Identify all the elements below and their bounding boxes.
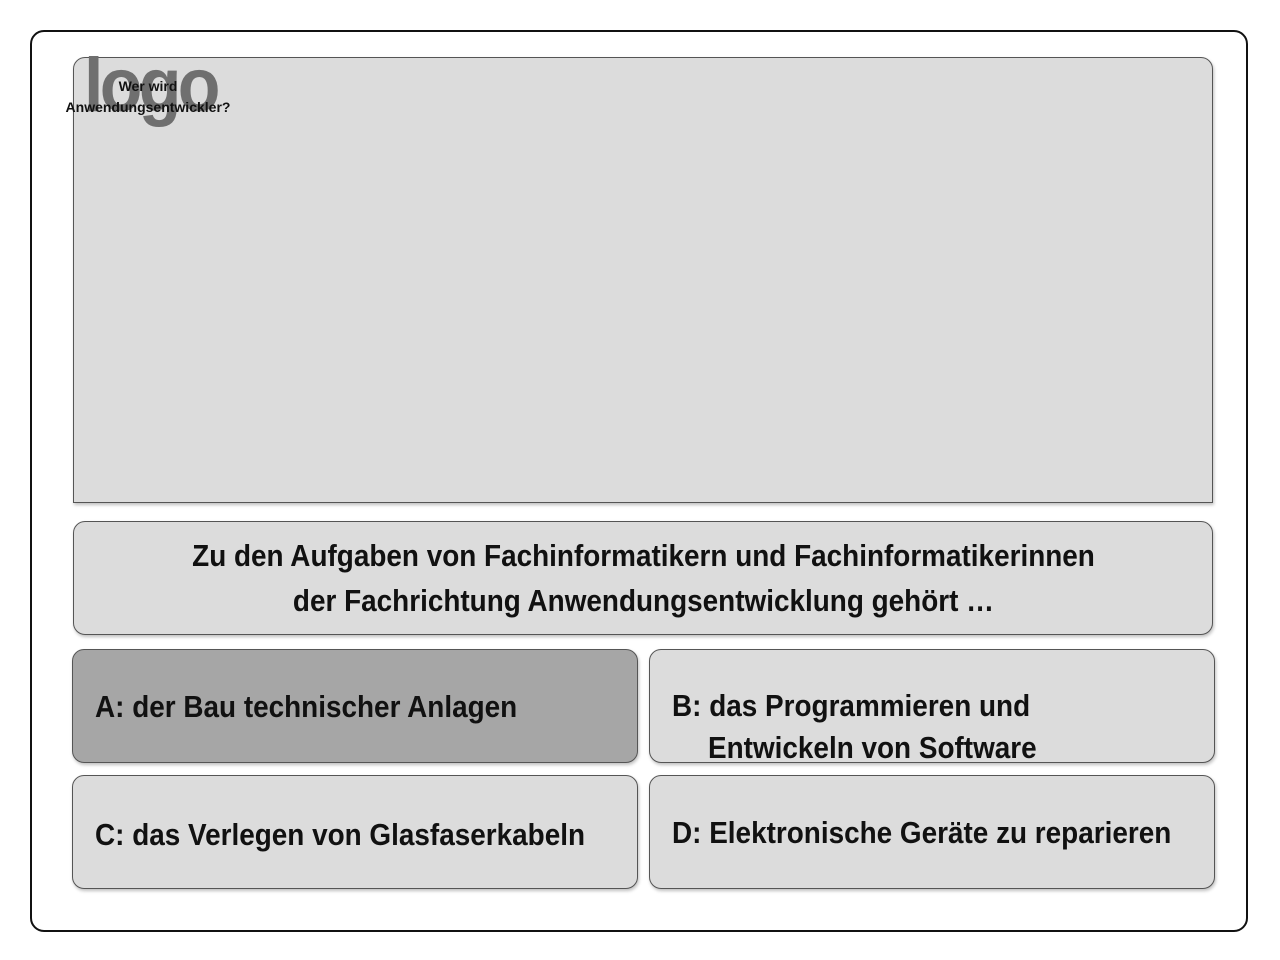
answer-b-label: B: das Programmieren und Entwickeln von …	[672, 685, 1037, 769]
media-panel	[73, 57, 1213, 503]
quiz-title: Wer wird Anwendungsentwickler?	[58, 76, 238, 118]
answer-b-button[interactable]: B: das Programmieren und Entwickeln von …	[649, 649, 1215, 765]
quiz-title-line2: Anwendungsentwickler?	[65, 99, 231, 115]
answer-b-line1: B: das Programmieren und	[672, 688, 1031, 723]
answer-b-line2: Entwickeln von Software	[708, 730, 1037, 765]
answer-d-label: D: Elektronische Geräte zu reparieren	[672, 815, 1172, 850]
question-line2: der Fachrichtung Anwendungsentwicklung g…	[292, 583, 994, 618]
answer-a-button[interactable]: A: der Bau technischer Anlagen	[72, 649, 638, 763]
question-text: Zu den Aufgaben von Fachinformatikern un…	[192, 533, 1095, 623]
question-box: Zu den Aufgaben von Fachinformatikern un…	[73, 521, 1213, 635]
answer-c-button[interactable]: C: das Verlegen von Glasfaserkabeln	[72, 775, 638, 889]
answer-d-button[interactable]: D: Elektronische Geräte zu reparieren	[649, 775, 1215, 889]
question-line1: Zu den Aufgaben von Fachinformatikern un…	[191, 538, 1095, 573]
answer-c-label: C: das Verlegen von Glasfaserkabeln	[95, 817, 586, 852]
answer-a-label: A: der Bau technischer Anlagen	[95, 689, 518, 724]
quiz-title-line1: Wer wird	[118, 78, 178, 94]
